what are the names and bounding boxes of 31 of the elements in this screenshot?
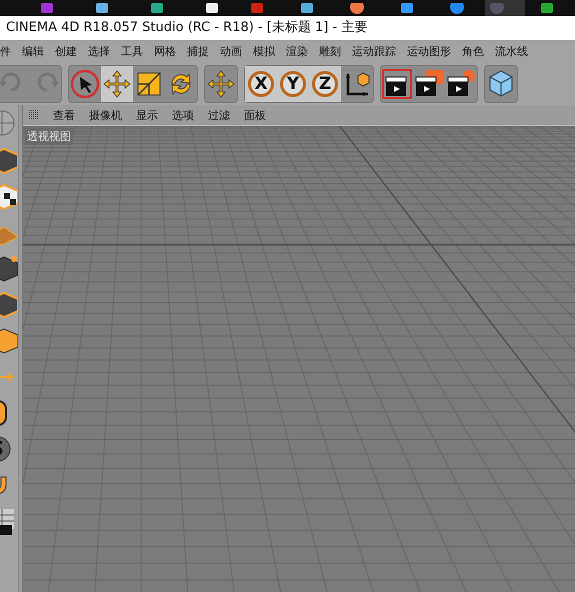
menu-item[interactable]: 创建: [55, 44, 77, 58]
menu-item[interactable]: 运动跟踪: [352, 44, 396, 58]
menu-item[interactable]: 捕捉: [187, 44, 209, 58]
menu-item[interactable]: 模拟: [253, 44, 275, 58]
move-button[interactable]: [101, 66, 133, 102]
window-title: CINEMA 4D R18.057 Studio (RC - R18) - [未标题 1] - 主要: [5, 20, 368, 35]
menu-item[interactable]: 角色: [462, 44, 484, 58]
viewport-menu-item[interactable]: 显示: [136, 108, 158, 122]
menu-item[interactable]: 雕刻: [319, 44, 341, 58]
menu-item[interactable]: 渲染: [286, 44, 308, 58]
viewport-menu-item[interactable]: 过滤: [208, 108, 230, 122]
menu-item[interactable]: 件: [0, 44, 11, 58]
clapperboard-icon: [381, 68, 413, 100]
menu-item[interactable]: 动画: [220, 44, 242, 58]
viewport-menu-item[interactable]: 查看: [53, 108, 75, 122]
viewport-label: 透视视图: [25, 128, 73, 145]
axis-lock-button[interactable]: X: [245, 66, 277, 102]
viewport-menu-item[interactable]: 摄像机: [89, 108, 122, 122]
viewport-menu-item[interactable]: 面板: [244, 108, 266, 122]
menu-item[interactable]: 运动图形: [407, 44, 451, 58]
axis-lock-button[interactable]: Z: [309, 66, 341, 102]
menu-item[interactable]: 工具: [121, 44, 143, 58]
menu-item[interactable]: 流水线: [495, 44, 528, 58]
cursor-icon: [69, 68, 101, 100]
menu-item[interactable]: 选择: [88, 44, 110, 58]
drag-handle-icon[interactable]: [29, 110, 39, 120]
menu-item[interactable]: 网格: [154, 44, 176, 58]
viewport-menu-item[interactable]: 选项: [172, 108, 194, 122]
move-arrows-icon: [101, 68, 133, 100]
menu-item[interactable]: 编辑: [22, 44, 44, 58]
axis-lock-button[interactable]: Y: [277, 66, 309, 102]
